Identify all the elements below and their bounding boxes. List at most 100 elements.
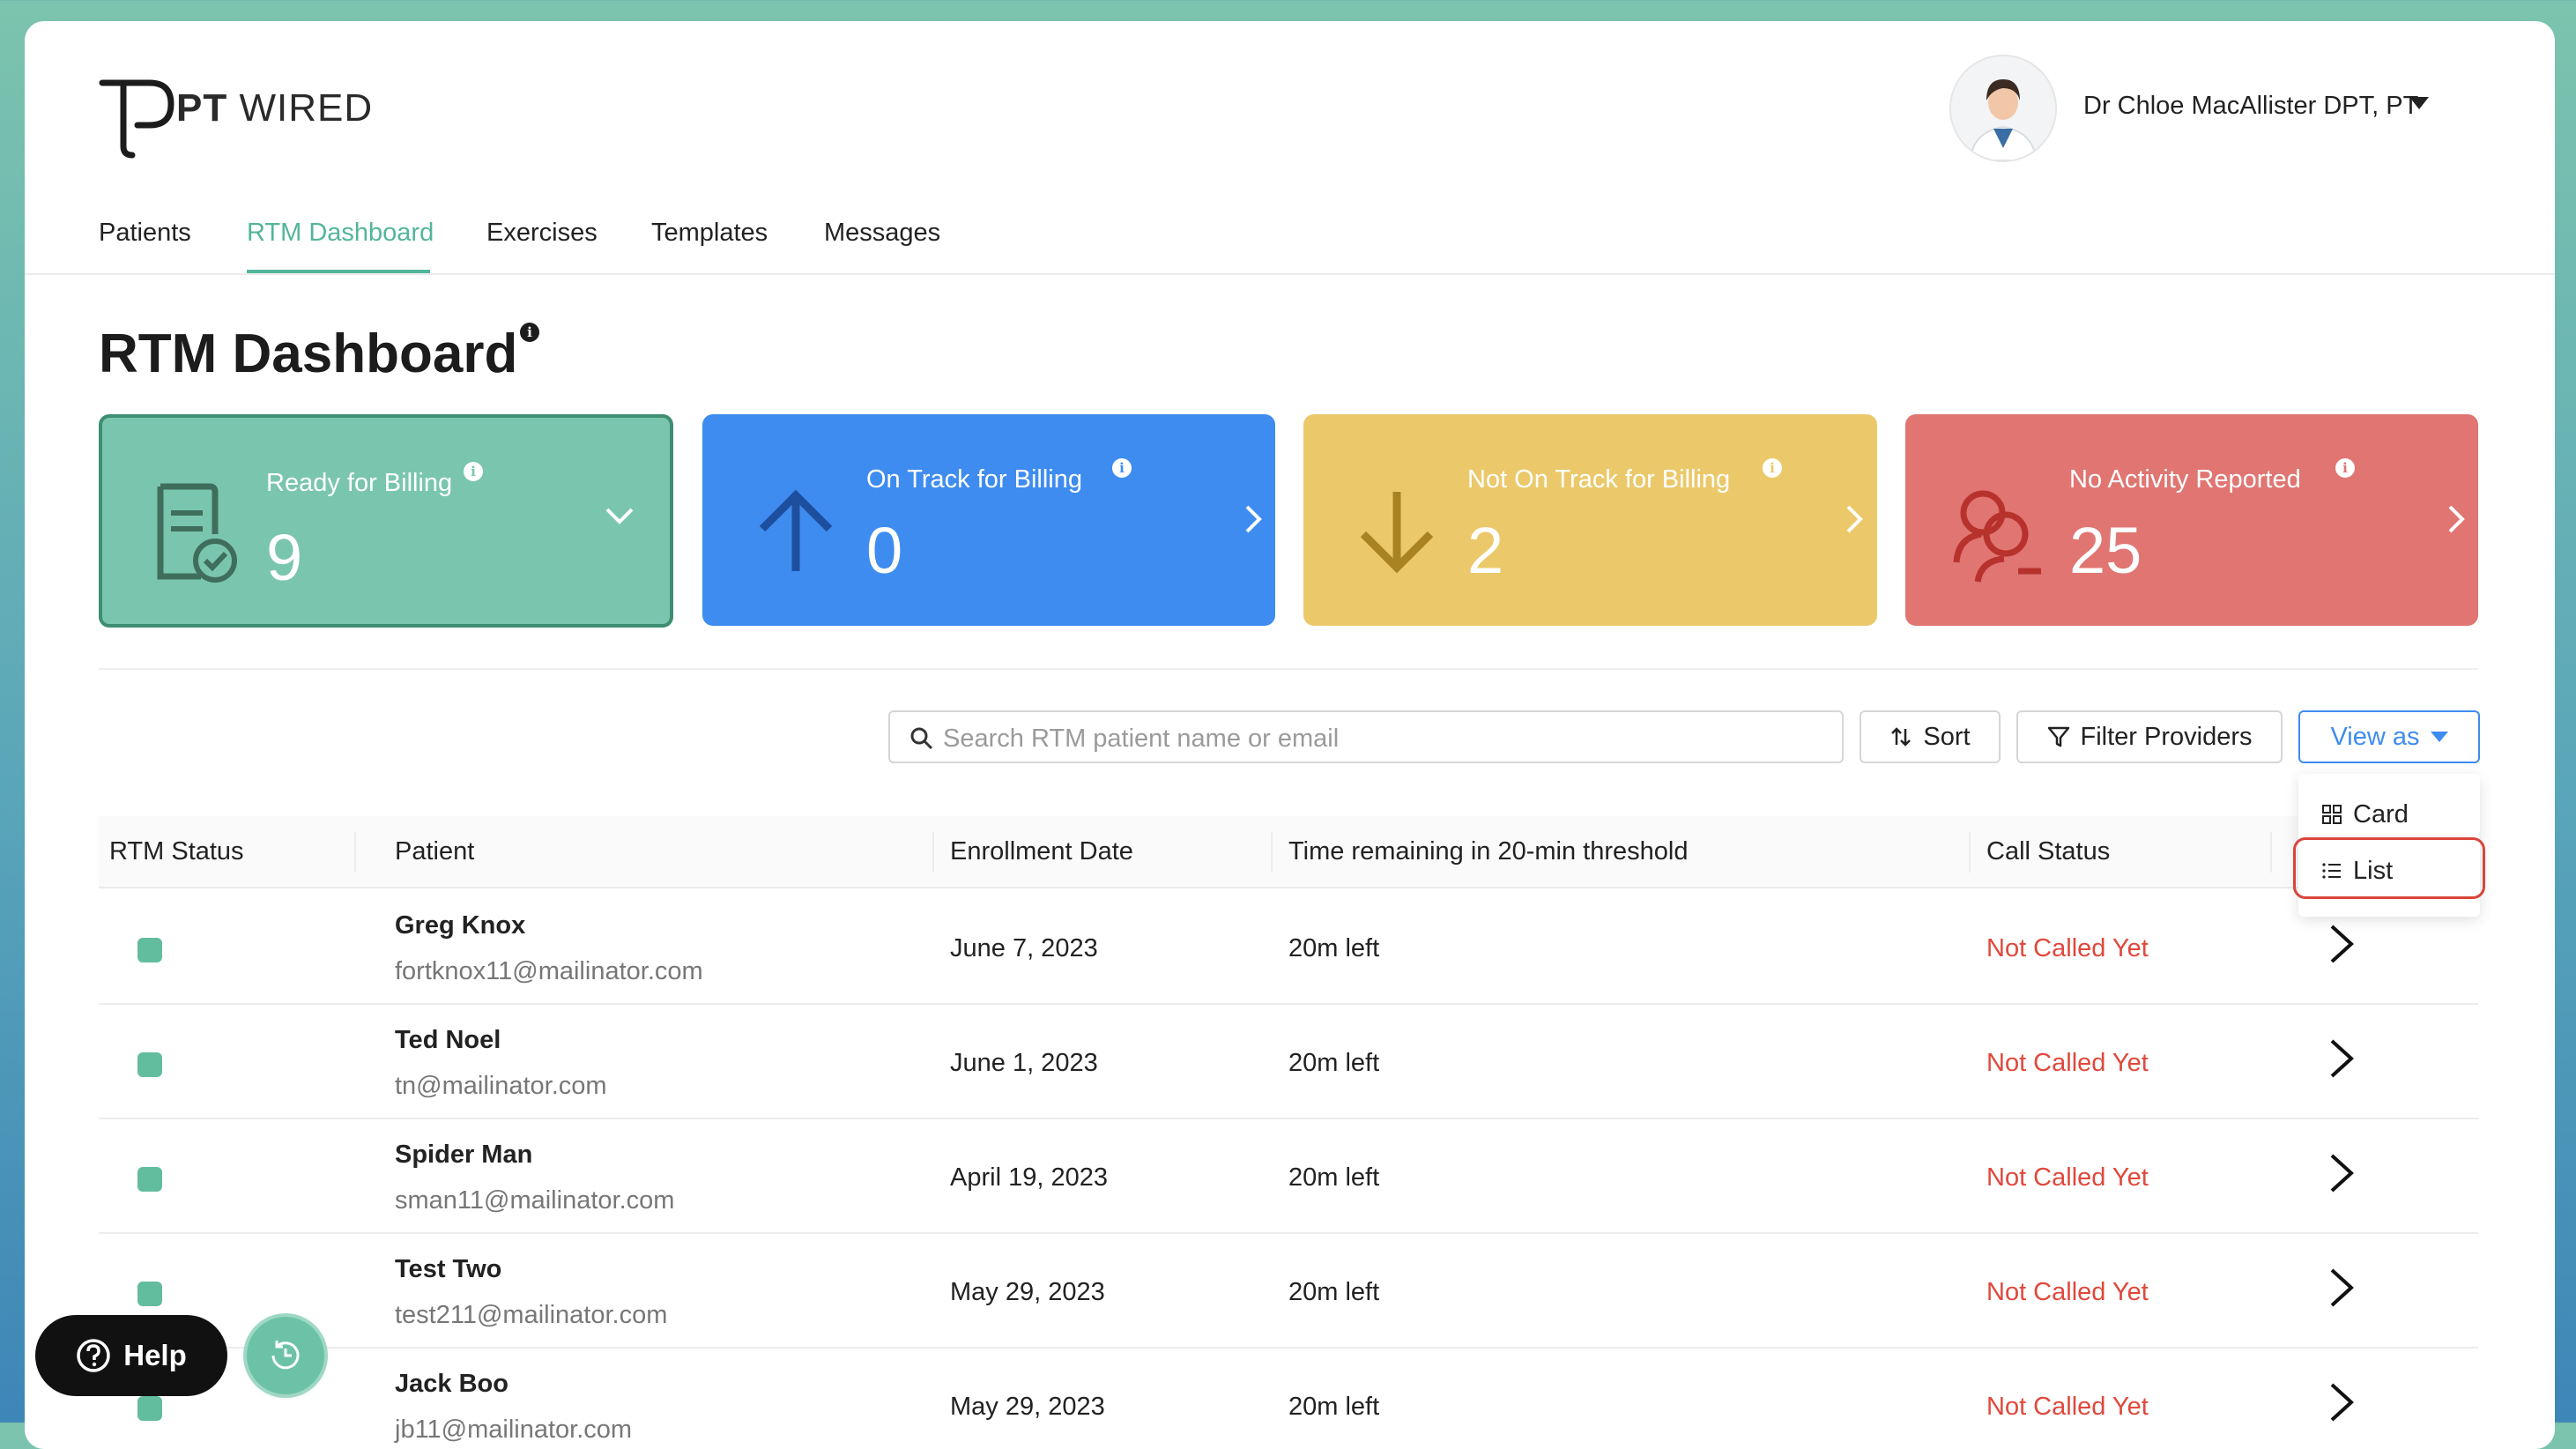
enrollment-date: May 29, 2023 [950,1278,1105,1306]
patient-name[interactable]: Spider Man [395,1141,532,1170]
rtm-status-indicator [137,1282,162,1306]
pt-wired-logo-icon [99,79,174,159]
column-header-time-remaining[interactable]: Time remaining in 20-min threshold [1288,837,1688,866]
table-row[interactable]: Greg Knox fortknox11@mailinator.com June… [99,888,2478,1005]
header-divider [25,273,2555,275]
view-option-label: Card [2353,799,2409,829]
column-header-call-status[interactable]: Call Status [1986,837,2110,866]
stat-value: 0 [866,514,903,587]
stat-card-on-track-for-billing[interactable]: On Track for Billing i 0 [702,414,1275,626]
stat-card-not-on-track-for-billing[interactable]: Not On Track for Billing i 2 [1303,414,1877,626]
search-icon [910,727,933,750]
caret-down-icon [2430,732,2448,742]
table-row[interactable]: Test Two test211@mailinator.com May 29, … [99,1232,2478,1349]
billing-document-check-icon [157,483,237,583]
stat-label: Not On Track for Billing [1467,465,1731,494]
stat-label: Ready for Billing [266,469,453,497]
nav-exercises[interactable]: Exercises [486,219,598,248]
patient-name[interactable]: Jack Boo [395,1370,509,1399]
time-remaining: 20m left [1288,1393,1380,1421]
app-window: PT WIRED Dr Chloe MacAllister DPT, PT Pa… [25,21,2555,1449]
column-header-rtm-status[interactable]: RTM Status [109,837,244,866]
nav-rtm-dashboard[interactable]: RTM Dashboard [247,219,434,248]
stat-value: 2 [1467,514,1504,587]
enrollment-date: June 1, 2023 [950,1049,1098,1077]
grid-icon [2322,805,2342,824]
info-icon[interactable]: i [1763,458,1782,478]
stat-card-ready-for-billing[interactable]: Ready for Billing i 9 [99,414,673,628]
table-row[interactable]: Jack Boo jb11@mailinator.com May 29, 202… [99,1347,2478,1449]
view-option-card[interactable]: Card [2298,790,2480,839]
stat-value: 25 [2069,514,2142,587]
timer-button[interactable] [247,1317,324,1394]
chevron-right-icon[interactable] [1243,504,1263,534]
view-as-label: View as [2330,722,2420,751]
user-menu-caret-icon[interactable] [2409,97,2429,109]
patient-email: jb11@mailinator.com [395,1416,633,1444]
enrollment-date: June 7, 2023 [950,934,1098,962]
section-divider [99,668,2478,670]
chevron-right-icon[interactable] [2328,1382,2355,1423]
rtm-status-indicator [137,938,162,962]
filter-icon [2047,726,2069,747]
chevron-right-icon[interactable] [2328,1267,2355,1308]
rtm-status-indicator [137,1396,162,1421]
table-header: RTM Status Patient Enrollment Date Time … [99,816,2478,888]
patient-name[interactable]: Greg Knox [395,911,525,940]
chevron-right-icon[interactable] [2328,1153,2355,1193]
info-icon[interactable]: i [520,323,539,342]
table-row[interactable]: Spider Man sman11@mailinator.com April 1… [99,1118,2478,1234]
info-icon[interactable]: i [464,462,483,481]
stat-label: No Activity Reported [2069,465,2301,494]
call-status: Not Called Yet [1986,1163,2149,1192]
call-status: Not Called Yet [1986,934,2149,962]
time-remaining: 20m left [1288,1278,1380,1306]
patient-name[interactable]: Test Two [395,1255,501,1284]
info-icon[interactable]: i [2335,458,2355,478]
chevron-right-icon[interactable] [2328,1038,2355,1079]
sort-arrows-icon [1891,727,1912,747]
chevron-down-icon[interactable] [605,506,635,525]
chevron-right-icon[interactable] [2328,924,2355,964]
info-icon[interactable]: i [1112,458,1132,478]
enrollment-date: May 29, 2023 [950,1393,1105,1421]
filter-providers-button[interactable]: Filter Providers [2016,710,2283,763]
chevron-right-icon[interactable] [2446,504,2466,534]
patient-name[interactable]: Ted Noel [395,1026,501,1055]
patient-email: sman11@mailinator.com [395,1186,675,1215]
nav-templates[interactable]: Templates [651,219,768,248]
table-row[interactable]: Ted Noel tn@mailinator.com June 1, 2023 … [99,1003,2478,1119]
patient-email: test211@mailinator.com [395,1301,668,1329]
user-name[interactable]: Dr Chloe MacAllister DPT, PT [2083,92,2418,121]
search-input[interactable] [941,721,1826,756]
patient-email: tn@mailinator.com [395,1072,607,1100]
column-header-patient[interactable]: Patient [395,837,474,866]
stat-value: 9 [266,521,303,594]
call-status: Not Called Yet [1986,1393,2149,1421]
time-remaining: 20m left [1288,934,1380,962]
help-label: Help [123,1339,187,1371]
column-header-enrollment-date[interactable]: Enrollment Date [950,837,1133,866]
nav-patients[interactable]: Patients [99,219,191,248]
help-button[interactable]: Help [35,1315,227,1396]
view-as-dropdown[interactable]: View as [2298,710,2480,763]
stat-label: On Track for Billing [866,465,1082,494]
nav-messages[interactable]: Messages [824,219,940,248]
history-clock-icon [271,1341,300,1370]
brand-name: PT WIRED [176,86,374,130]
selected-option-highlight [2293,837,2485,899]
user-remove-icon [1953,490,2041,583]
time-remaining: 20m left [1288,1049,1380,1077]
user-avatar[interactable] [1949,55,2057,162]
sort-label: Sort [1923,722,1971,751]
enrollment-date: April 19, 2023 [950,1163,1108,1192]
filter-label: Filter Providers [2080,722,2253,751]
chevron-right-icon[interactable] [1845,504,1864,534]
rtm-status-indicator [137,1167,162,1192]
sort-button[interactable]: Sort [1860,710,2001,763]
arrow-up-icon [759,489,833,571]
page-title: RTM Dashboard [99,323,518,384]
stat-card-no-activity-reported[interactable]: No Activity Reported i 25 [1905,414,2478,626]
patient-search[interactable] [888,710,1844,763]
arrow-down-icon [1360,492,1434,574]
